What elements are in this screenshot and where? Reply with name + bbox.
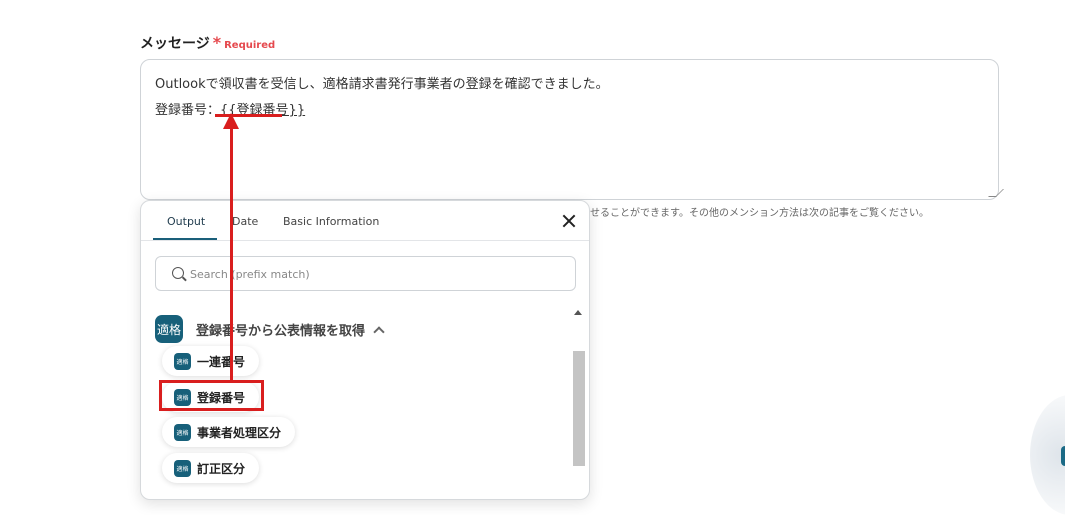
item-badge-icon: 適格 bbox=[174, 459, 191, 477]
resize-grip-icon[interactable] bbox=[988, 189, 1004, 197]
message-label-text: メッセージ bbox=[140, 36, 210, 52]
tab-date[interactable]: Date bbox=[232, 215, 258, 228]
scroll-up-arrow-icon[interactable] bbox=[574, 310, 582, 315]
item-badge-icon: 適格 bbox=[174, 352, 191, 370]
required-text: Required bbox=[224, 40, 276, 51]
scroll-thumb[interactable] bbox=[573, 351, 585, 466]
highlight-annotation-box bbox=[159, 380, 264, 411]
tab-output[interactable]: Output bbox=[167, 215, 205, 228]
textarea-line-2-prefix: 登録番号： bbox=[155, 103, 221, 118]
output-item-business-process-category[interactable]: 適格 事業者処理区分 bbox=[162, 417, 296, 447]
panel-tabs: Output Date Basic Information bbox=[141, 201, 589, 241]
mention-hint-text: せることができます。その他のメンション方法は次の記事をご覧ください。 bbox=[590, 208, 929, 219]
panel-scrollbar[interactable] bbox=[571, 306, 585, 499]
tab-basic-information[interactable]: Basic Information bbox=[283, 215, 379, 228]
help-widget-edge[interactable] bbox=[1061, 446, 1065, 466]
textarea-line-2: 登録番号：{{登録番号}} bbox=[155, 98, 984, 124]
item-badge-icon: 適格 bbox=[174, 423, 191, 441]
output-item-serial-number[interactable]: 適格 一連番号 bbox=[162, 346, 260, 376]
output-item-label: 一連番号 bbox=[197, 354, 246, 369]
message-field-label: メッセージ * Required bbox=[140, 33, 275, 53]
output-item-label: 訂正区分 bbox=[197, 461, 246, 476]
chevron-up-icon[interactable] bbox=[373, 325, 385, 338]
search-icon bbox=[172, 267, 184, 279]
group-badge-icon: 適格 bbox=[155, 315, 183, 343]
search-box[interactable] bbox=[155, 256, 576, 291]
group-header[interactable]: 適格 登録番号から公表情報を取得 bbox=[155, 314, 555, 344]
message-textarea[interactable]: Outlookで領収書を受信し、適格請求書発行事業者の登録を確認できました。 登… bbox=[140, 59, 1004, 200]
textarea-line-1: Outlookで領収書を受信し、適格請求書発行事業者の登録を確認できました。 bbox=[155, 77, 609, 92]
output-item-correction-category[interactable]: 適格 訂正区分 bbox=[162, 453, 260, 483]
required-star: * bbox=[212, 33, 222, 52]
output-item-label: 事業者処理区分 bbox=[197, 425, 282, 440]
annotation-arrow-head-icon bbox=[223, 113, 239, 129]
annotation-arrow-line bbox=[230, 128, 233, 381]
output-picker-panel: Output Date Basic Information 適格 登録番号から公… bbox=[140, 200, 590, 500]
active-tab-indicator bbox=[153, 238, 217, 240]
group-title: 登録番号から公表情報を取得 bbox=[196, 323, 366, 339]
edge-shadow bbox=[1030, 395, 1065, 515]
close-icon[interactable] bbox=[559, 211, 579, 231]
search-input[interactable] bbox=[190, 265, 560, 283]
